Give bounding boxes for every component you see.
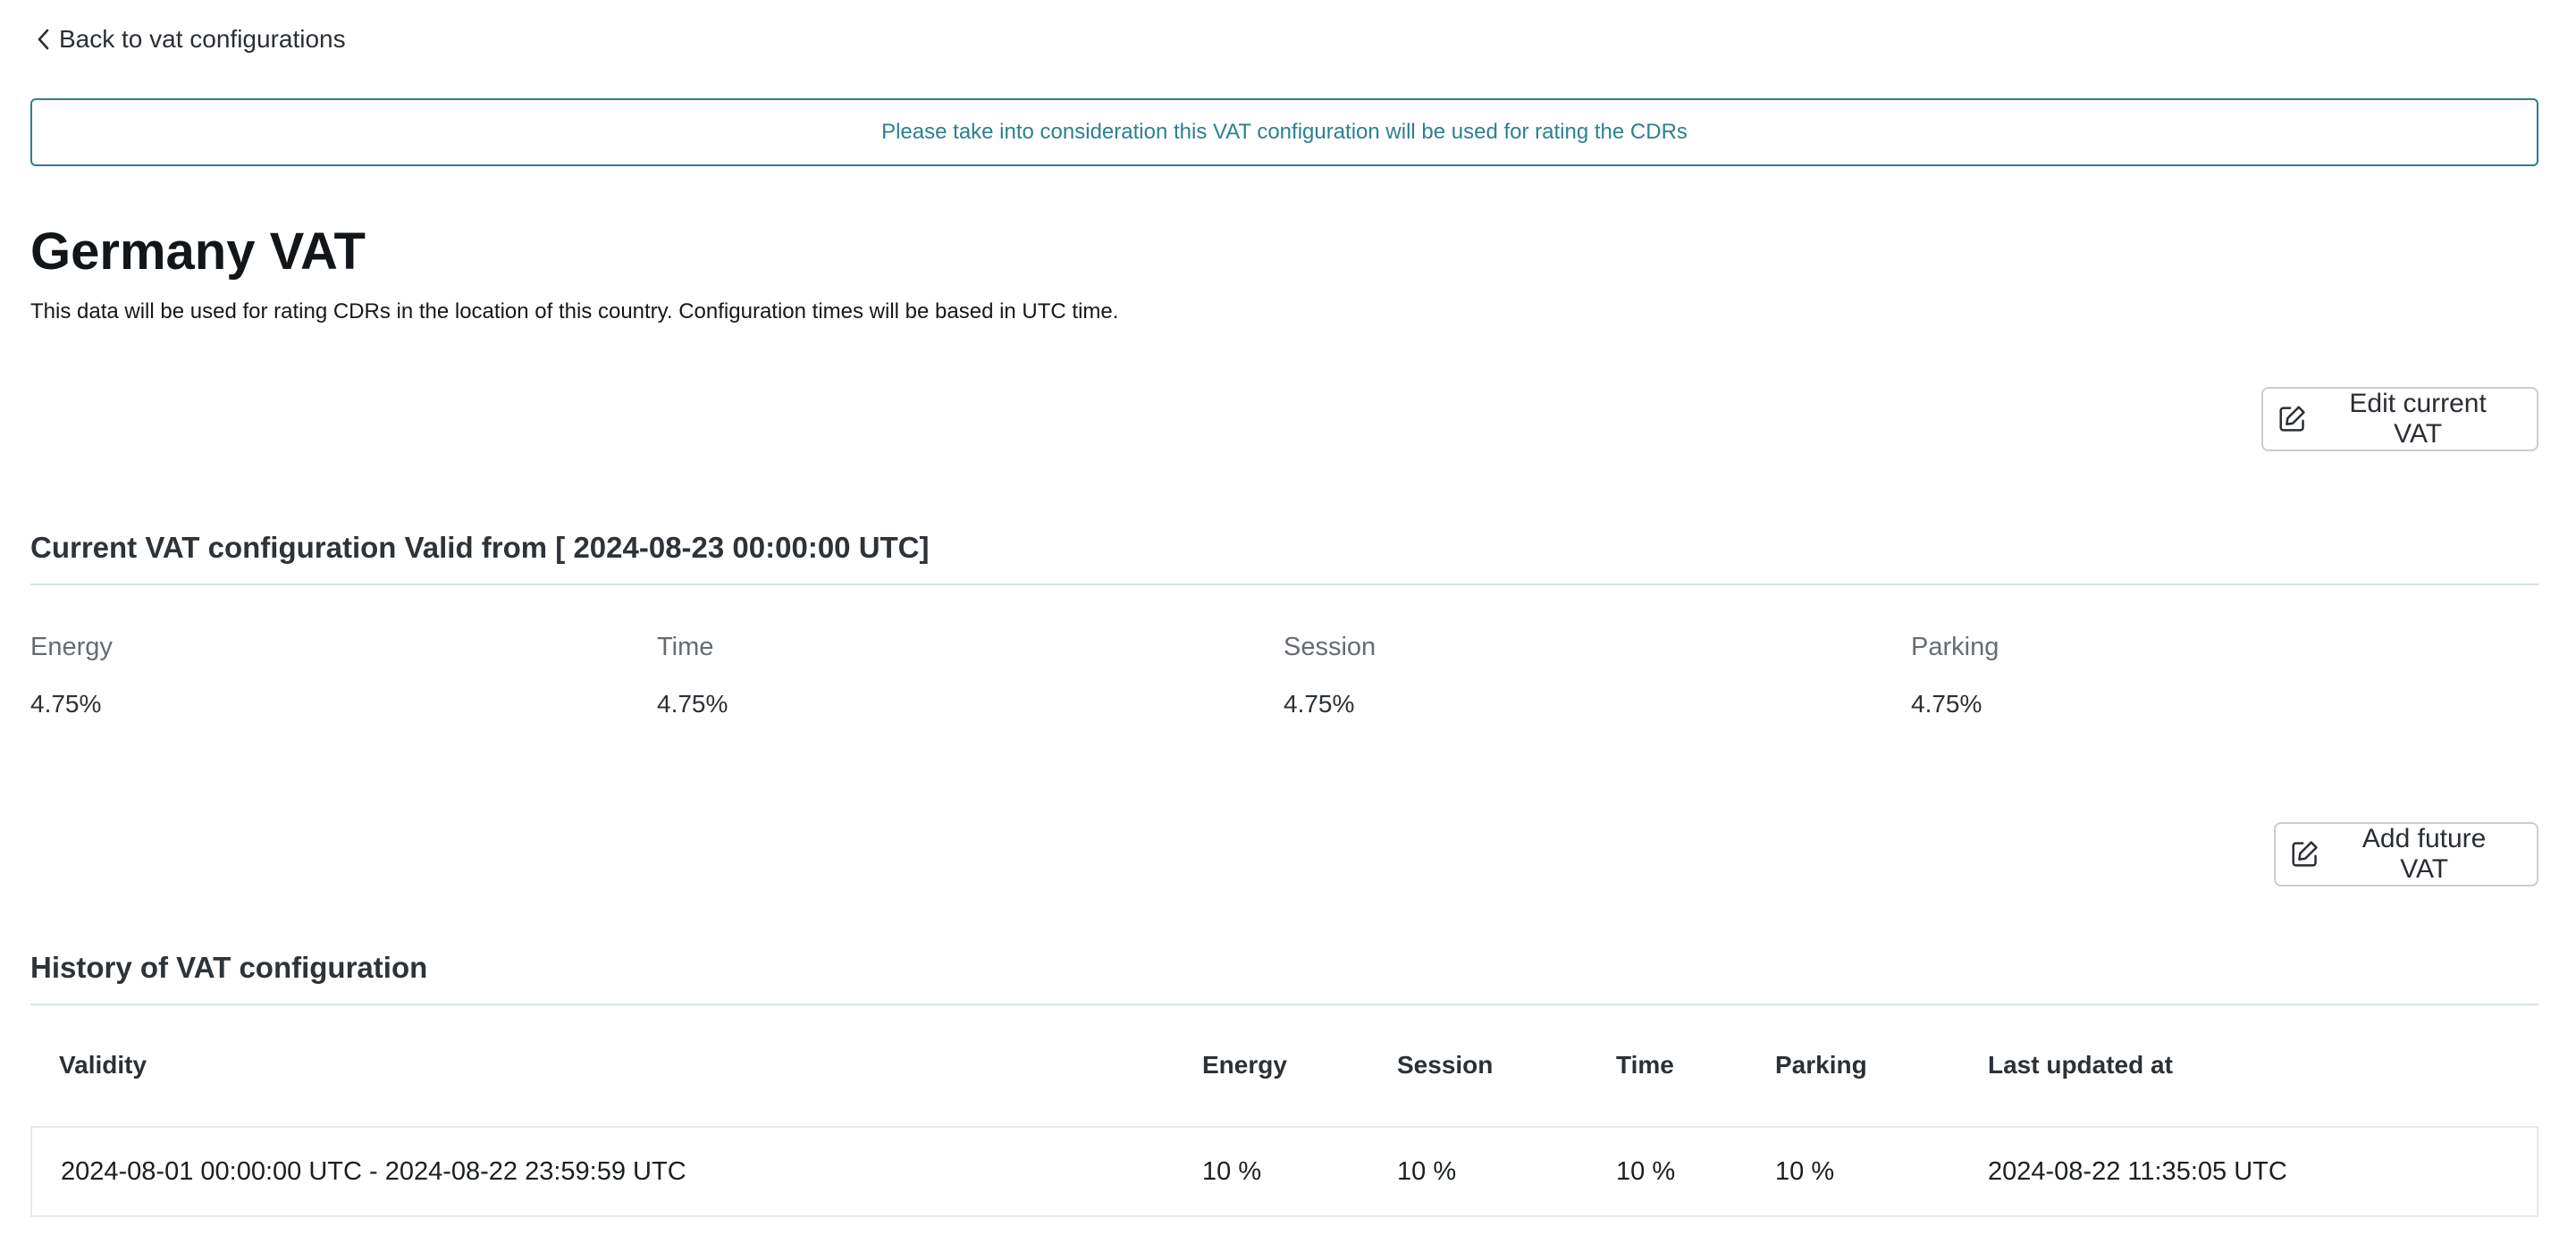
table-header-row: Validity Energy Session Time Parking Las… (30, 1004, 2538, 1126)
page-title: Germany VAT (30, 223, 366, 281)
column-header-parking[interactable]: Parking (1775, 1004, 1867, 1126)
column-header-time[interactable]: Time (1616, 1004, 1674, 1126)
vat-session: Session 4.75% (1284, 629, 1730, 722)
back-link-label: Back to vat configurations (59, 25, 346, 53)
table-row[interactable]: 2024-08-01 00:00:00 UTC - 2024-08-22 23:… (30, 1126, 2538, 1217)
column-header-last-updated[interactable]: Last updated at (1988, 1004, 2173, 1126)
history-title: History of VAT configuration (30, 951, 428, 984)
back-link[interactable]: Back to vat configurations (34, 21, 346, 57)
vat-parking: Parking 4.75% (1911, 629, 2358, 722)
vat-session-label: Session (1284, 633, 1376, 661)
vat-configuration-page: Back to vat configurations Please take i… (0, 0, 2576, 1235)
vat-energy: Energy 4.75% (30, 629, 477, 722)
vat-energy-value: 4.75% (30, 690, 102, 718)
vat-energy-label: Energy (30, 633, 113, 661)
vat-parking-label: Parking (1911, 633, 1999, 661)
cell-time: 10 % (1616, 1157, 1676, 1186)
cell-energy: 10 % (1202, 1157, 1262, 1186)
add-future-vat-label: Add future VAT (2361, 824, 2487, 884)
edit-current-vat-button[interactable]: Edit current VAT (2261, 387, 2538, 451)
page-description: This data will be used for rating CDRs i… (30, 299, 1119, 323)
edit-icon (2292, 841, 2318, 867)
current-vat-title: Current VAT configuration Valid from [ 2… (30, 531, 930, 564)
chevron-left-icon (38, 29, 49, 50)
section-divider (30, 584, 2538, 585)
cell-session: 10 % (1397, 1157, 1457, 1186)
edit-current-vat-label: Edit current VAT (2349, 389, 2487, 449)
vat-time-value: 4.75% (657, 690, 728, 718)
cell-last-updated: 2024-08-22 11:35:05 UTC (1988, 1157, 2287, 1186)
vat-time: Time 4.75% (657, 629, 1104, 722)
add-future-vat-button[interactable]: Add future VAT (2274, 822, 2538, 886)
info-notice: Please take into consideration this VAT … (30, 98, 2538, 166)
edit-icon (2279, 406, 2305, 432)
column-header-energy[interactable]: Energy (1202, 1004, 1287, 1126)
column-header-session[interactable]: Session (1397, 1004, 1493, 1126)
column-header-validity[interactable]: Validity (59, 1004, 147, 1126)
vat-session-value: 4.75% (1284, 690, 1355, 718)
cell-parking: 10 % (1775, 1157, 1835, 1186)
cell-validity: 2024-08-01 00:00:00 UTC - 2024-08-22 23:… (61, 1157, 686, 1186)
vat-time-label: Time (657, 633, 714, 661)
info-notice-text: Please take into consideration this VAT … (881, 120, 1688, 144)
vat-parking-value: 4.75% (1911, 690, 1983, 718)
